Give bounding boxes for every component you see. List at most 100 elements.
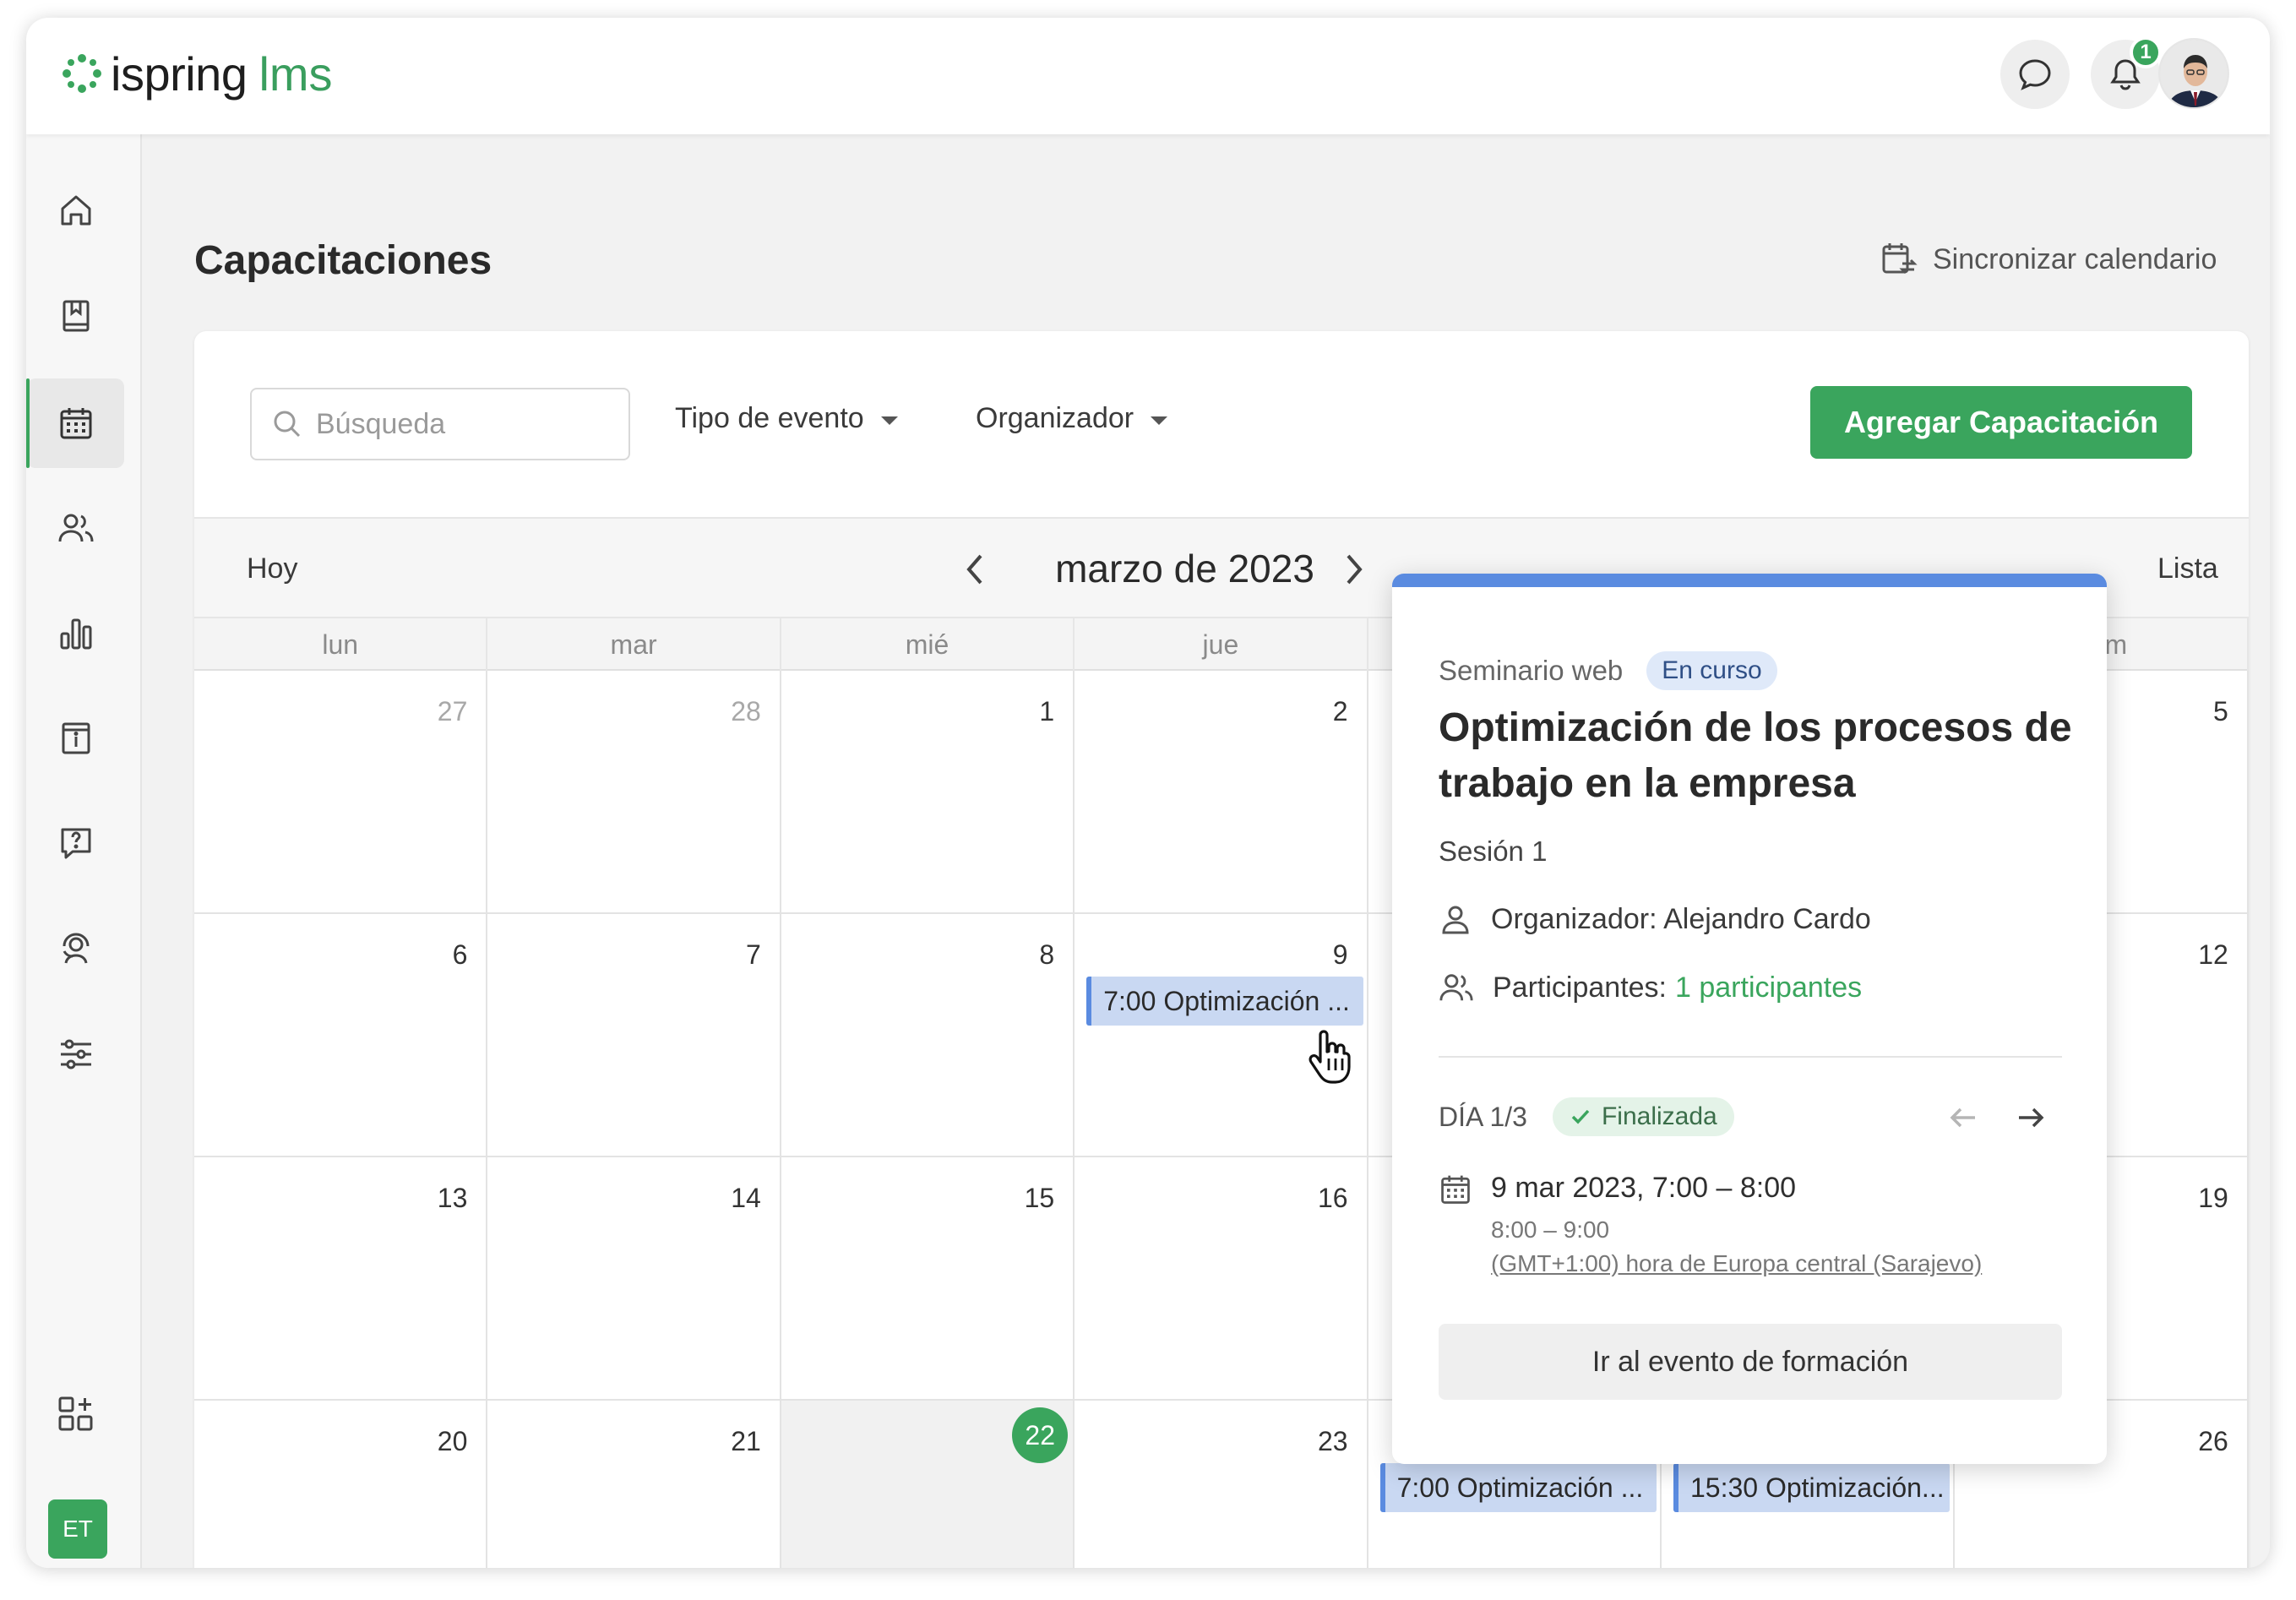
weekday-3: jue — [1075, 618, 1368, 671]
day-number: 9 — [1332, 939, 1348, 970]
sidebar-item-info[interactable] — [27, 694, 124, 783]
notifications-button[interactable]: 1 — [2091, 36, 2162, 109]
day-number: 12 — [2198, 939, 2228, 970]
organizer-label: Organizador — [976, 402, 1134, 434]
event-popover: Seminario web En curso Optimización de l… — [1392, 574, 2107, 1464]
day-cell[interactable]: 1 — [781, 671, 1075, 914]
logo[interactable]: ispring lms — [62, 43, 333, 104]
participants-link[interactable]: 1 participantes — [1675, 971, 1862, 1004]
next-day-button[interactable] — [2014, 1101, 2048, 1139]
organizer-text: Organizador: Alejandro Cardo — [1491, 902, 1871, 935]
day-cell[interactable]: 2 — [1075, 671, 1368, 914]
go-to-event-button[interactable]: Ir al evento de formación — [1439, 1324, 2062, 1400]
day-number: 19 — [2198, 1183, 2228, 1213]
date-main: 9 mar 2023, 7:00 – 8:00 — [1491, 1172, 1797, 1204]
sync-calendar-button[interactable]: Sincronizar calendario — [1880, 241, 2217, 278]
support-icon — [63, 933, 89, 964]
day-cell[interactable]: 6 — [194, 914, 488, 1157]
day-row: DÍA 1/3 Finalizada — [1439, 1097, 1734, 1136]
day-cell[interactable]: 15 — [781, 1157, 1075, 1401]
user-initials[interactable]: ET — [48, 1499, 107, 1559]
organizer-row: Organizador: Alejandro Cardo — [1439, 902, 1871, 936]
avatar[interactable] — [2158, 38, 2229, 109]
day-number: 23 — [1317, 1426, 1348, 1456]
day-number: 26 — [2198, 1426, 2228, 1456]
day-number: 1 — [1039, 696, 1055, 727]
sidebar-item-users[interactable] — [27, 483, 124, 573]
organizer-dropdown[interactable]: Organizador — [976, 402, 1168, 435]
logo-text: ispring — [111, 46, 248, 101]
day-cell[interactable]: 13 — [194, 1157, 488, 1401]
participants-row: Participantes: 1 participantes — [1439, 971, 1862, 1004]
calendar-icon — [1441, 1175, 1470, 1204]
hand-cursor-icon — [1307, 1028, 1357, 1090]
calendar-event[interactable]: 15:30 Optimización... — [1673, 1463, 1951, 1512]
sidebar-item-apps[interactable] — [27, 1369, 124, 1459]
calendar-event[interactable]: 7:00 Optimización ... — [1379, 1463, 1657, 1512]
status-badge: En curso — [1646, 651, 1777, 690]
chart-icon — [60, 618, 91, 650]
day-number: 5 — [2212, 696, 2228, 727]
day-number: 13 — [437, 1183, 468, 1213]
question-icon — [61, 828, 90, 859]
day-number: 6 — [452, 939, 468, 970]
chat-button[interactable] — [2000, 40, 2070, 109]
sidebar-item-settings[interactable] — [27, 1010, 124, 1099]
day-number: 7 — [745, 939, 761, 970]
next-month-button[interactable] — [1336, 551, 1370, 592]
notification-badge: 1 — [2130, 36, 2162, 68]
day-cell[interactable]: 23 — [1075, 1401, 1368, 1568]
chevron-down-icon — [880, 416, 898, 425]
user-icon — [1442, 906, 1469, 934]
chevron-left-icon — [966, 554, 982, 585]
day-number: 16 — [1317, 1183, 1348, 1213]
prev-month-button[interactable] — [959, 551, 993, 592]
arrow-left-icon — [1950, 1107, 1975, 1128]
day-number: 2 — [1332, 696, 1348, 727]
day-cell[interactable]: 8 — [781, 914, 1075, 1157]
chevron-right-icon — [1347, 554, 1363, 585]
divider — [1439, 1056, 2062, 1058]
today-button[interactable]: Hoy — [247, 552, 297, 585]
day-number: 20 — [437, 1426, 468, 1456]
toolbar: Búsqueda Tipo de evento Organizador Agre… — [194, 331, 2249, 517]
day-number: 15 — [1024, 1183, 1055, 1213]
weekday-2: mié — [781, 618, 1075, 671]
add-training-button[interactable]: Agregar Capacitación — [1810, 386, 2192, 459]
arrow-right-icon — [2019, 1107, 2044, 1128]
sidebar-item-home[interactable] — [27, 166, 124, 255]
day-cell[interactable]: 20 — [194, 1401, 488, 1568]
sidebar-item-reports[interactable] — [27, 589, 124, 678]
prev-day-button[interactable] — [1946, 1101, 1980, 1139]
event-color-bar — [1392, 574, 2107, 587]
sidebar-item-help[interactable] — [27, 798, 124, 888]
day-cell[interactable]: 21 — [487, 1401, 781, 1568]
day-cell[interactable]: 7 — [487, 914, 781, 1157]
day-cell[interactable]: 22 — [781, 1401, 1075, 1568]
sidebar-item-calendar[interactable] — [26, 378, 124, 468]
sync-calendar-label: Sincronizar calendario — [1933, 242, 2217, 275]
finished-text: Finalizada — [1601, 1102, 1717, 1130]
day-number: 28 — [731, 696, 761, 727]
day-cell[interactable]: 28 — [487, 671, 781, 914]
day-number: 14 — [731, 1183, 761, 1213]
timezone-link[interactable]: (GMT+1:00) hora de Europa central (Saraj… — [1491, 1250, 1982, 1277]
sidebar-item-support[interactable] — [27, 903, 124, 993]
day-cell[interactable]: 27 — [194, 671, 488, 914]
day-cell[interactable]: 14 — [487, 1157, 781, 1401]
search-icon — [274, 411, 301, 438]
event-type-dropdown[interactable]: Tipo de evento — [675, 402, 898, 435]
list-view-button[interactable]: Lista — [2157, 552, 2218, 585]
users-icon — [1439, 974, 1473, 1001]
sidebar: ET — [26, 134, 142, 1568]
calendar-event[interactable]: 7:00 Optimización ... — [1086, 977, 1363, 1026]
chat-icon — [2019, 59, 2051, 90]
sidebar-item-courses[interactable] — [27, 271, 124, 361]
month-label: marzo de 2023 — [1055, 547, 1314, 590]
day-cell[interactable]: 16 — [1075, 1157, 1368, 1401]
participants-label: Participantes: — [1493, 971, 1667, 1004]
day-number: 27 — [437, 696, 468, 727]
search-placeholder: Búsqueda — [316, 407, 446, 440]
date-block: 9 mar 2023, 7:00 – 8:00 8:00 – 9:00 (GMT… — [1439, 1172, 1982, 1277]
search-input[interactable]: Búsqueda — [250, 388, 630, 460]
